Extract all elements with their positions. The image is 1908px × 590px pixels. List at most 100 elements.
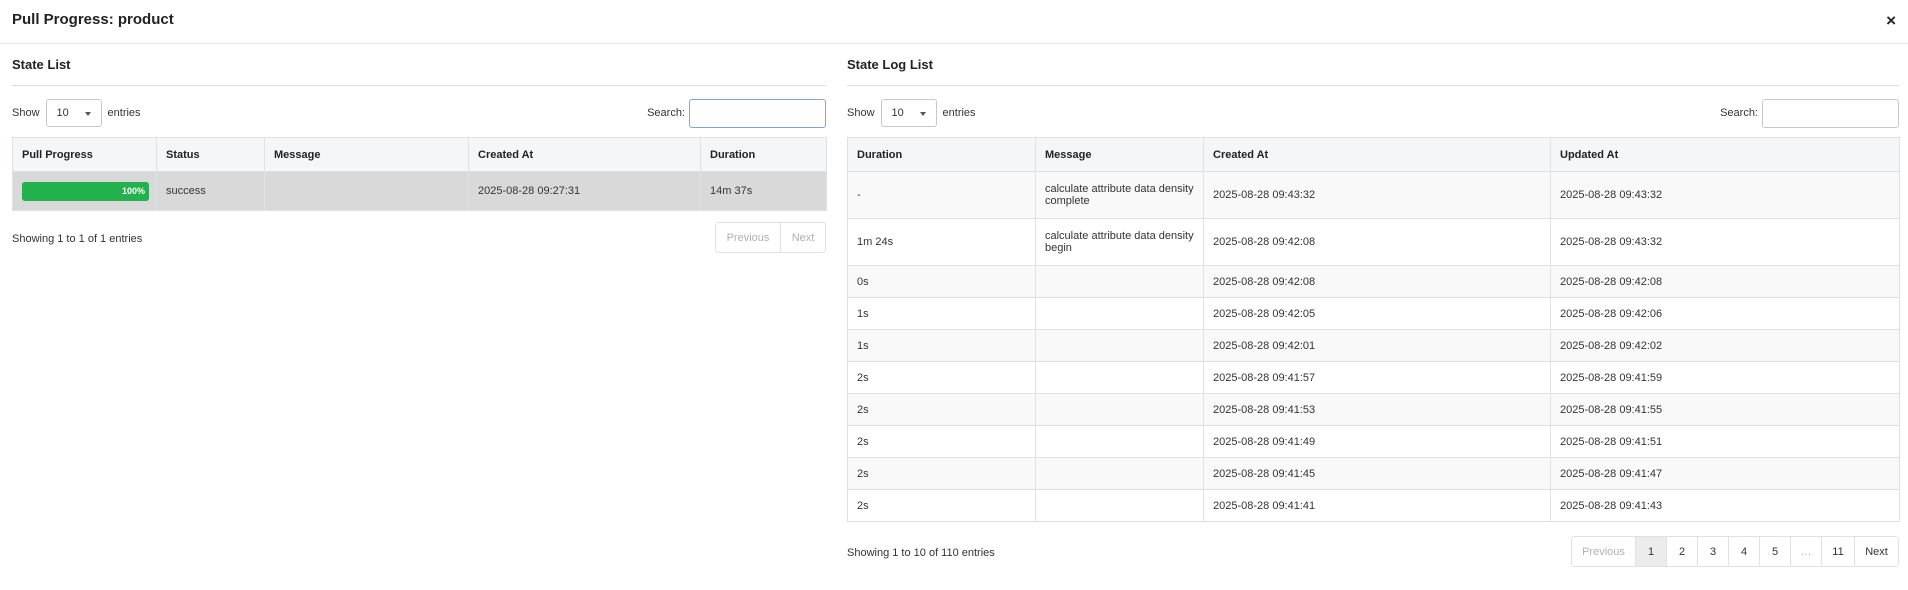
updated-at-cell: 2025-08-28 09:41:47 (1550, 457, 1900, 490)
chevron-down-icon (84, 112, 91, 116)
show-label: Show (847, 107, 875, 119)
previous-button[interactable]: Previous (1572, 537, 1635, 566)
duration-cell: 1m 24s (847, 218, 1036, 266)
state-list-table: Pull Progress Status Message Created At … (12, 137, 827, 211)
table-row[interactable]: 2s 2025-08-28 09:41:45 2025-08-28 09:41:47 (847, 457, 1900, 490)
state-log-list-table: Duration Message Created At Updated At -… (847, 137, 1900, 522)
table-row[interactable]: 100% success 2025-08-28 09:27:31 14m 37s (12, 171, 827, 211)
next-button[interactable]: Next (1854, 537, 1898, 566)
divider (12, 85, 826, 86)
updated-at-cell: 2025-08-28 09:43:32 (1550, 218, 1900, 266)
search-control: Search: (1720, 98, 1899, 128)
search-label: Search: (647, 107, 685, 119)
table-header-row: Pull Progress Status Message Created At … (12, 137, 827, 172)
message-cell (1035, 361, 1204, 394)
search-input[interactable] (1762, 98, 1899, 128)
modal-title: Pull Progress: product (12, 11, 174, 28)
pagination-ellipsis[interactable]: … (1790, 537, 1821, 566)
created-at-cell: 2025-08-28 09:42:01 (1203, 329, 1551, 362)
table-info: Showing 1 to 10 of 110 entries (847, 547, 995, 559)
message-cell: calculate attribute data density begin (1035, 218, 1204, 266)
status-cell: success (156, 171, 265, 211)
created-at-cell: 2025-08-28 09:42:05 (1203, 297, 1551, 330)
duration-cell: - (847, 171, 1036, 219)
length-control: Show 10 entries (12, 99, 141, 127)
created-at-cell: 2025-08-28 09:41:41 (1203, 489, 1551, 522)
state-list-title: State List (12, 57, 71, 72)
page-button-4[interactable]: 4 (1728, 537, 1759, 566)
created-at-cell: 2025-08-28 09:41:53 (1203, 393, 1551, 426)
created-at-cell: 2025-08-28 09:41:49 (1203, 425, 1551, 458)
updated-at-cell: 2025-08-28 09:42:06 (1550, 297, 1900, 330)
duration-cell: 1s (847, 329, 1036, 362)
column-header[interactable]: Updated At (1550, 137, 1900, 172)
table-row[interactable]: 1s 2025-08-28 09:42:01 2025-08-28 09:42:02 (847, 329, 1900, 362)
updated-at-cell: 2025-08-28 09:43:32 (1550, 171, 1900, 219)
table-row[interactable]: 2s 2025-08-28 09:41:53 2025-08-28 09:41:55 (847, 393, 1900, 426)
column-header[interactable]: Duration (700, 137, 827, 172)
column-header[interactable]: Pull Progress (12, 137, 157, 172)
created-at-cell: 2025-08-28 09:41:45 (1203, 457, 1551, 490)
chevron-down-icon (919, 112, 926, 116)
page-button-2[interactable]: 2 (1666, 537, 1697, 566)
show-label: Show (12, 107, 40, 119)
search-input[interactable] (689, 98, 826, 128)
message-cell (264, 171, 469, 211)
message-cell (1035, 393, 1204, 426)
duration-cell: 2s (847, 425, 1036, 458)
pagination: Previous Next (715, 222, 826, 253)
updated-at-cell: 2025-08-28 09:42:02 (1550, 329, 1900, 362)
previous-button[interactable]: Previous (716, 223, 780, 252)
duration-cell: 2s (847, 361, 1036, 394)
search-control: Search: (647, 98, 826, 128)
page-button-3[interactable]: 3 (1697, 537, 1728, 566)
entries-select[interactable]: 10 (45, 99, 102, 127)
entries-select[interactable]: 10 (880, 99, 937, 127)
column-header[interactable]: Created At (468, 137, 701, 172)
column-header[interactable]: Created At (1203, 137, 1551, 172)
entries-label: entries (942, 107, 976, 119)
next-button[interactable]: Next (780, 223, 825, 252)
close-button[interactable]: × (1886, 11, 1896, 31)
created-at-cell: 2025-08-28 09:42:08 (1203, 265, 1551, 298)
table-row[interactable]: - calculate attribute data density comple… (847, 171, 1900, 219)
table-header-row: Duration Message Created At Updated At (847, 137, 1900, 172)
page-button-5[interactable]: 5 (1759, 537, 1790, 566)
created-at-cell: 2025-08-28 09:27:31 (468, 171, 701, 211)
message-cell (1035, 329, 1204, 362)
pagination: Previous 1 2 3 4 5… 11 Next (1571, 536, 1899, 567)
duration-cell: 0s (847, 265, 1036, 298)
column-header[interactable]: Message (1035, 137, 1204, 172)
table-row[interactable]: 0s 2025-08-28 09:42:08 2025-08-28 09:42:08 (847, 265, 1900, 298)
updated-at-cell: 2025-08-28 09:42:08 (1550, 265, 1900, 298)
message-cell: calculate attribute data density complet… (1035, 171, 1204, 219)
duration-cell: 2s (847, 393, 1036, 426)
page-button-11[interactable]: 11 (1821, 537, 1854, 566)
entries-label: entries (107, 107, 141, 119)
message-cell (1035, 265, 1204, 298)
duration-cell: 1s (847, 297, 1036, 330)
created-at-cell: 2025-08-28 09:42:08 (1203, 218, 1551, 266)
message-cell (1035, 425, 1204, 458)
divider (847, 85, 1899, 86)
column-header[interactable]: Status (156, 137, 265, 172)
page-button-1[interactable]: 1 (1635, 537, 1666, 566)
updated-at-cell: 2025-08-28 09:41:43 (1550, 489, 1900, 522)
table-row[interactable]: 1s 2025-08-28 09:42:05 2025-08-28 09:42:06 (847, 297, 1900, 330)
progress-cell: 100% (12, 171, 157, 211)
modal-header: Pull Progress: product × (0, 0, 1908, 44)
table-row[interactable]: 2s 2025-08-28 09:41:41 2025-08-28 09:41:43 (847, 489, 1900, 522)
column-header[interactable]: Message (264, 137, 469, 172)
message-cell (1035, 489, 1204, 522)
table-row[interactable]: 2s 2025-08-28 09:41:57 2025-08-28 09:41:59 (847, 361, 1900, 394)
length-control: Show 10 entries (847, 99, 976, 127)
table-row[interactable]: 2s 2025-08-28 09:41:49 2025-08-28 09:41:51 (847, 425, 1900, 458)
table-row[interactable]: 1m 24s calculate attribute data density b… (847, 218, 1900, 266)
entries-select-value: 10 (56, 107, 69, 119)
progress-bar: 100% (22, 181, 149, 201)
duration-cell: 2s (847, 489, 1036, 522)
duration-cell: 14m 37s (700, 171, 827, 211)
column-header[interactable]: Duration (847, 137, 1036, 172)
updated-at-cell: 2025-08-28 09:41:55 (1550, 393, 1900, 426)
state-log-list-title: State Log List (847, 57, 933, 72)
